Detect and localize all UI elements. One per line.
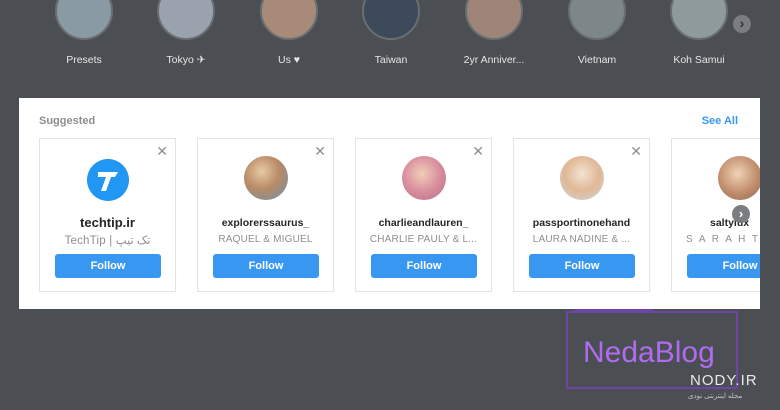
highlight-label: Us ♥ [278, 54, 300, 66]
avatar[interactable] [559, 156, 604, 200]
full-name: LAURA NADINE & ... [532, 234, 631, 245]
follow-button[interactable]: Follow [213, 254, 319, 278]
highlight-label: Tokyo ✈ [166, 54, 206, 66]
highlight-label: Taiwan [374, 54, 408, 66]
follow-button[interactable]: Follow [687, 254, 760, 278]
close-icon[interactable]: ✕ [630, 143, 642, 160]
watermark-brand: NedaBlog [583, 336, 715, 369]
highlight-cover [568, 0, 626, 40]
watermark-subtitle: مجله اینترنتی نودی [688, 393, 743, 400]
username[interactable]: techtip.ir [40, 215, 175, 230]
suggestion-card: ✕ charlieandlauren_ CHARLIE PAULY & L...… [355, 138, 492, 292]
avatar[interactable] [401, 156, 446, 200]
chevron-right-icon[interactable]: › [733, 15, 751, 33]
full-name: S A R A H T F [686, 234, 760, 245]
close-icon[interactable]: ✕ [472, 143, 484, 160]
highlight-cover [157, 0, 215, 40]
suggested-panel: Suggested See All ✕ techtip.ir TechTip |… [19, 98, 760, 309]
highlight-label: Vietnam [577, 54, 617, 66]
highlight-cover [670, 0, 728, 40]
follow-button[interactable]: Follow [529, 254, 635, 278]
close-icon[interactable]: ✕ [156, 143, 168, 160]
see-all-link[interactable]: See All [702, 115, 738, 127]
story-highlights: Presets Tokyo ✈ Us ♥ Taiwan 2yr Anniver.… [0, 0, 780, 95]
techtip-logo-icon [86, 159, 129, 201]
username[interactable]: explorerssaurus_ [198, 217, 333, 229]
highlight-label: Koh Samui [673, 54, 725, 66]
highlight-label: Presets [66, 54, 102, 66]
suggestion-card: ✕ techtip.ir TechTip | تک تیپ Follow [39, 138, 176, 292]
watermark-site: NODY.IR [690, 372, 758, 389]
avatar[interactable] [717, 156, 760, 200]
follow-button[interactable]: Follow [55, 254, 161, 278]
highlight-cover [362, 0, 420, 40]
avatar[interactable] [243, 156, 288, 200]
avatar[interactable] [86, 159, 129, 201]
suggested-title: Suggested [39, 115, 96, 127]
username[interactable]: passportinonehand [514, 217, 649, 229]
close-icon[interactable]: ✕ [314, 143, 326, 160]
full-name: TechTip | تک تیپ [64, 235, 151, 247]
highlight-cover [260, 0, 318, 40]
follow-button[interactable]: Follow [371, 254, 477, 278]
suggestion-card: ✕ passportinonehand LAURA NADINE & ... F… [513, 138, 650, 292]
suggestion-card: ✕ explorerssaurus_ RAQUEL & MIGUEL Follo… [197, 138, 334, 292]
full-name: RAQUEL & MIGUEL [218, 234, 313, 245]
highlight-cover [465, 0, 523, 40]
highlight-label: 2yr Anniver... [463, 54, 525, 66]
highlight-cover [55, 0, 113, 40]
full-name: CHARLIE PAULY & L... [369, 234, 478, 245]
username[interactable]: charlieandlauren_ [356, 217, 491, 229]
chevron-right-icon[interactable]: › [732, 205, 750, 223]
